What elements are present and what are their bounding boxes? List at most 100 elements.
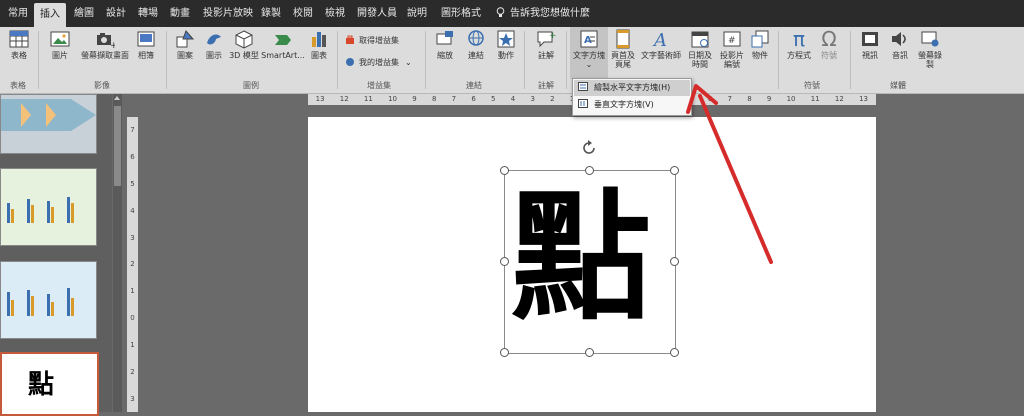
ruler-tick: 3 (130, 233, 135, 242)
screen-recording-button[interactable]: 螢幕錄製 (916, 29, 944, 69)
group-separator (778, 31, 779, 89)
camera-icon: + (97, 33, 115, 49)
ruler-tick: 2 (130, 260, 135, 269)
smartart-button[interactable]: SmartArt... (261, 29, 305, 60)
rotate-handle-icon[interactable] (580, 139, 598, 157)
tab-developer[interactable]: 開發人員 (357, 0, 397, 27)
date-time-button[interactable]: 日期及時間 (685, 29, 715, 69)
tell-me-search[interactable]: 告訴我您想做什麼 (496, 0, 590, 27)
ruler-tick: 5 (491, 95, 496, 103)
resize-handle-bottom-right[interactable] (670, 348, 679, 357)
slide-thumbnail-3[interactable] (0, 261, 97, 339)
icons-label: 圖示 (206, 51, 222, 60)
tab-review[interactable]: 校閱 (293, 0, 313, 27)
chevron-down-icon: ⌄ (585, 60, 593, 69)
film-icon (862, 32, 878, 46)
tab-view[interactable]: 檢視 (325, 0, 345, 27)
screen-record-icon (921, 31, 939, 47)
wordart-button[interactable]: A 文字藝術師 (639, 29, 683, 60)
resize-handle-top[interactable] (585, 166, 594, 175)
group-label-addins: 增益集 (367, 81, 391, 90)
audio-button[interactable]: 音訊 (886, 29, 914, 60)
resize-handle-top-right[interactable] (670, 166, 679, 175)
cube-icon (235, 30, 253, 49)
tab-animations[interactable]: 動畫 (170, 0, 190, 27)
vertical-textbox-option[interactable]: 垂直文字方塊(V) (574, 97, 690, 113)
screenshot-button[interactable]: + 螢幕擷取畫面 (80, 29, 130, 60)
3d-models-button[interactable]: 3D 模型 (229, 29, 259, 60)
action-button[interactable]: 動作 (493, 29, 519, 60)
group-separator (166, 31, 167, 89)
resize-handle-left[interactable] (500, 257, 509, 266)
thumbnail-scrollbar[interactable] (113, 94, 122, 412)
pictures-button[interactable]: 圖片 (46, 29, 74, 60)
slide-number-button[interactable]: # 投影片編號 (717, 29, 747, 69)
slide-text[interactable]: 點 (511, 179, 651, 339)
horizontal-textbox-option[interactable]: 繪製水平文字方塊(H) (574, 80, 690, 96)
slide-thumbnail-2[interactable] (0, 168, 97, 246)
video-button[interactable]: 視訊 (856, 29, 884, 60)
resize-handle-bottom-left[interactable] (500, 348, 509, 357)
table-button[interactable]: 表格 (6, 29, 32, 60)
ruler-tick: 0 (130, 314, 135, 323)
svg-text:+: + (110, 41, 115, 49)
header-footer-icon (616, 29, 630, 49)
symbol-button[interactable]: Ω 符號 (816, 29, 842, 60)
svg-text:A: A (652, 30, 667, 49)
tab-shape-format[interactable]: 圖形格式 (441, 0, 481, 27)
resize-handle-top-left[interactable] (500, 166, 509, 175)
textbox-button[interactable]: A 文字方塊 ⌄ (570, 27, 608, 79)
tab-slideshow[interactable]: 投影片放映 (203, 0, 253, 27)
tab-insert[interactable]: 插入 (34, 3, 66, 27)
text-box-selection[interactable]: 點 (504, 170, 676, 354)
vertical-textbox-icon (578, 99, 588, 108)
tab-home[interactable]: 常用 (8, 0, 28, 27)
get-addins-button[interactable]: 取得增益集 (345, 35, 399, 46)
addin-icon (346, 58, 354, 66)
ribbon-tab-bar: 常用 插入 繪圖 設計 轉場 動畫 投影片放映 錄製 校閱 檢視 開發人員 說明… (0, 0, 1024, 27)
tab-transitions[interactable]: 轉場 (138, 0, 158, 27)
group-label-links: 連結 (466, 81, 482, 90)
tab-draw[interactable]: 繪圖 (74, 0, 94, 27)
scrollbar-thumb[interactable] (114, 106, 121, 186)
wordart-label: 文字藝術師 (641, 51, 681, 60)
scrollbar-up-icon[interactable] (114, 96, 120, 100)
equation-button[interactable]: π 方程式 (784, 29, 814, 60)
resize-handle-right[interactable] (670, 257, 679, 266)
chart-button[interactable]: 圖表 (307, 29, 331, 60)
group-separator (425, 31, 426, 89)
star-icon (497, 30, 515, 48)
ruler-tick: 13 (859, 95, 868, 103)
chart-label: 圖表 (311, 51, 327, 60)
object-button[interactable]: 物件 (748, 29, 772, 60)
ruler-tick: 5 (130, 180, 135, 189)
slide-canvas[interactable]: 點 (308, 117, 876, 412)
textbox-icon: A (580, 30, 598, 48)
group-separator (337, 31, 338, 89)
photo-album-button[interactable]: 相簿 (132, 29, 160, 60)
slide-thumbnail-1[interactable] (0, 94, 97, 154)
svg-text:+: + (549, 31, 556, 41)
header-footer-button[interactable]: 頁首及頁尾 (610, 29, 636, 69)
ruler-tick: 1 (130, 340, 135, 349)
3d-models-label: 3D 模型 (229, 51, 259, 60)
icons-button[interactable]: 圖示 (203, 29, 225, 60)
group-label-comments: 註解 (538, 81, 554, 90)
tab-help[interactable]: 說明 (407, 0, 427, 27)
zoom-label: 縮放 (437, 51, 453, 60)
tab-design[interactable]: 設計 (106, 0, 126, 27)
comment-button[interactable]: + 註解 (532, 29, 560, 60)
link-button[interactable]: 連結 (463, 29, 489, 60)
bird-icon (207, 34, 221, 45)
my-addins-button[interactable]: 我的增益集 ⌄ (345, 57, 412, 68)
zoom-button[interactable]: 縮放 (432, 29, 458, 60)
date-time-label: 日期及時間 (688, 51, 712, 69)
ruler-tick: 3 (130, 394, 135, 403)
ruler-tick: 12 (339, 95, 349, 103)
resize-handle-bottom[interactable] (585, 348, 594, 357)
shapes-button[interactable]: 圖案 (172, 29, 198, 60)
tab-record[interactable]: 錄製 (261, 0, 281, 27)
group-label-table: 表格 (10, 81, 26, 90)
slide-thumbnail-4-selected[interactable]: 點 (0, 352, 99, 416)
ruler-tick: 13 (315, 95, 325, 103)
